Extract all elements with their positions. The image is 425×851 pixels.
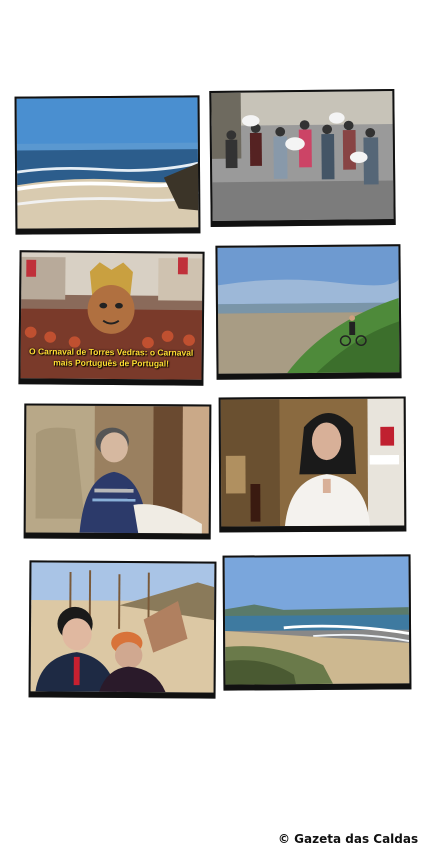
photo-couple-on-beach bbox=[28, 560, 217, 699]
photo-beach-waves bbox=[14, 95, 201, 235]
photo-coastal-dunes bbox=[222, 554, 412, 691]
photo-carnival-parade: O Carnaval de Torres Vedras: o Carnaval … bbox=[18, 250, 205, 386]
photo-pillow-fight-crowd bbox=[209, 89, 396, 227]
couple-on-beach-image bbox=[30, 562, 215, 693]
photo-woman-in-shop bbox=[218, 396, 407, 533]
photo-elderly-woman-sewing bbox=[23, 403, 212, 540]
photo-coastal-cyclist bbox=[215, 244, 402, 380]
coastal-cyclist-image bbox=[217, 246, 400, 374]
elderly-woman-image bbox=[25, 405, 210, 534]
woman-in-shop-image bbox=[220, 398, 405, 527]
pillow-fight-image bbox=[211, 91, 394, 221]
coastal-dunes-image bbox=[224, 556, 410, 685]
beach-waves-image bbox=[16, 97, 199, 229]
photo-credit: © Gazeta das Caldas bbox=[278, 832, 419, 846]
carnival-caption: O Carnaval de Torres Vedras: o Carnaval … bbox=[29, 346, 194, 369]
